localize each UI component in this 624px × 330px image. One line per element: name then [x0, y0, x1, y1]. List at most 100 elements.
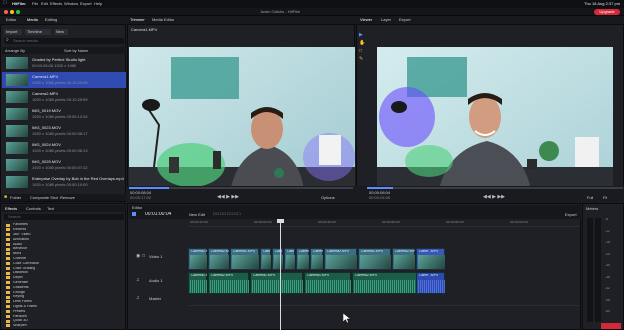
- video-clip[interactable]: Cam: [284, 248, 295, 270]
- minimize-window-icon[interactable]: [10, 10, 14, 14]
- tab-trimmer[interactable]: Trimmer: [130, 18, 145, 22]
- new-folder-button[interactable]: Folder: [10, 196, 21, 200]
- video-clip[interactable]: Camera2.MP4: [392, 248, 415, 270]
- audio-clip[interactable]: Camera1.MP4: [304, 272, 351, 294]
- viewer-zoom-dropdown[interactable]: Full: [587, 196, 593, 200]
- timeline-export-button[interactable]: Export: [565, 213, 577, 217]
- tab-viewer[interactable]: Viewer: [360, 18, 372, 22]
- edit-tools-icon[interactable]: □ □ □ □ □ □ □ □: [213, 212, 240, 216]
- video-clip[interactable]: Camera1.MP4: [188, 248, 207, 270]
- eye-icon[interactable]: ◉: [136, 254, 140, 259]
- audio-clip[interactable]: Camera1.MP4: [250, 272, 303, 294]
- media-item-name: Camera1.MP4: [32, 75, 58, 79]
- menu-clock[interactable]: Thu 18 Aug 2:37 pm: [584, 2, 620, 6]
- effect-category-label: Blurs: [13, 252, 22, 256]
- audio-clip[interactable]: Camera2.MP4: [208, 272, 249, 294]
- pen-tool-icon[interactable]: ✎: [359, 57, 363, 62]
- video-clip[interactable]: Camera1.MP4: [230, 248, 259, 270]
- sort-by-dropdown[interactable]: Sort by Name: [64, 49, 88, 53]
- video-clip[interactable]: Camera2.MP4: [324, 248, 357, 270]
- menu-help[interactable]: Help: [94, 2, 102, 6]
- media-search-input[interactable]: ⌕ Search media: [4, 38, 124, 44]
- new-button[interactable]: New: [54, 29, 68, 35]
- folder-icon: [6, 228, 10, 232]
- apple-icon[interactable]: : [3, 1, 7, 6]
- viewer-progress: [367, 187, 393, 189]
- video-clip[interactable]: Cam: [272, 248, 283, 270]
- media-list-item[interactable]: IMG_0019.MOV 1920 x 1080 pixels 00:00:12:…: [2, 106, 126, 122]
- video-clip-label: Camera1.MP4: [191, 250, 207, 253]
- audio-clip[interactable]: Camera1.MP4: [188, 272, 207, 294]
- tab-export[interactable]: Export: [399, 18, 411, 22]
- remove-button[interactable]: Remove: [60, 196, 75, 200]
- timeline-ruler[interactable]: 00:00:10:00 00:00:20:00 00:00:30:00 00:00:4…: [188, 220, 580, 227]
- menu-effects[interactable]: Effects: [50, 2, 62, 6]
- trimmer-options-dropdown[interactable]: Options: [321, 196, 335, 200]
- effect-category-item[interactable]: Sharpen: [2, 324, 126, 329]
- video-clip[interactable]: Camera1.MP4: [358, 248, 391, 270]
- arrange-by-label[interactable]: Arrange By: [5, 49, 25, 53]
- tab-editor[interactable]: Editor: [6, 18, 16, 22]
- media-list-item[interactable]: IMG_0023.MOV 1920 x 1080 pixels 00:00:08:…: [2, 123, 126, 139]
- video-clip[interactable]: Camera1: [310, 248, 323, 270]
- playhead[interactable]: [280, 220, 281, 330]
- timeline-marker-icon[interactable]: [132, 212, 136, 216]
- audio-clip[interactable]: Came...MP4: [416, 272, 445, 294]
- playhead-handle[interactable]: [277, 219, 284, 223]
- menu-file[interactable]: File: [32, 2, 38, 6]
- menu-app-name[interactable]: HitFilm: [12, 2, 26, 6]
- video-clip[interactable]: Camera2.MP4: [208, 248, 229, 270]
- transport-bar: 00:00:08:04 00:00:17:02 ◀◀ ▶ ▶▶ Options …: [127, 186, 624, 202]
- video-clip[interactable]: Cam: [260, 248, 271, 270]
- viewer-fit-dropdown[interactable]: Fit: [603, 196, 607, 200]
- viewer-play-icon[interactable]: ◀◀ ▶ ▶▶: [483, 195, 505, 200]
- video-clip[interactable]: Came...MP4: [416, 248, 445, 270]
- hand-tool-icon[interactable]: ✋: [359, 41, 365, 46]
- audio-waveform: [210, 280, 249, 293]
- menu-window[interactable]: Window: [64, 2, 78, 6]
- mask-tool-icon[interactable]: □: [359, 49, 362, 54]
- menu-export[interactable]: Export: [80, 2, 92, 6]
- media-list-item[interactable]: Camera2.MP4 1920 x 1080 pixels 00:10:29:5…: [2, 89, 126, 105]
- viewer-scrub-bar[interactable]: [367, 187, 623, 189]
- tab-media[interactable]: Media: [27, 18, 38, 22]
- new-edit-button[interactable]: New Edit: [189, 213, 205, 217]
- tab-layer[interactable]: Layer: [381, 18, 391, 22]
- clip-thumbnail: [190, 255, 207, 269]
- maximize-window-icon[interactable]: [16, 10, 20, 14]
- media-thumbnail: [6, 91, 28, 103]
- tab-effects[interactable]: Effects: [5, 207, 17, 211]
- media-thumbnail: [6, 57, 28, 69]
- tab-media-editor[interactable]: Media Editor: [152, 18, 174, 22]
- composite-shot-button[interactable]: Composite Shot: [30, 196, 58, 200]
- media-list-item[interactable]: Camera1.MP4 1920 x 1080 pixels 00:10:29:5…: [2, 72, 126, 88]
- master-track-label: Master: [149, 297, 162, 301]
- tab-editing[interactable]: Editing: [45, 18, 57, 22]
- clip-thumbnail: [262, 255, 271, 269]
- trimmer-scrub-bar[interactable]: [129, 187, 353, 189]
- media-list-item[interactable]: IMG_0024.MOV 1920 x 1080 pixels 00:00:06:…: [2, 140, 126, 156]
- speaker-icon[interactable]: ♫: [136, 278, 140, 283]
- master-speaker-icon[interactable]: ♫: [136, 296, 140, 301]
- tab-controls[interactable]: Controls: [26, 207, 41, 211]
- media-list-item[interactable]: IMG_0025.MOV 1920 x 1080 pixels 00:00:07:…: [2, 157, 126, 173]
- import-button[interactable]: Import: [4, 29, 22, 35]
- folder-icon: [6, 314, 10, 318]
- select-tool-icon[interactable]: ▶: [359, 33, 363, 38]
- menu-edit[interactable]: Edit: [41, 2, 48, 6]
- video-clip[interactable]: Camera2: [296, 248, 309, 270]
- meter-clip-indicator[interactable]: [601, 323, 621, 329]
- close-window-icon[interactable]: [4, 10, 8, 14]
- trimmer-play-icon[interactable]: ◀◀ ▶ ▶▶: [217, 195, 239, 200]
- media-list-item[interactable]: Graded by Perfect Studio light 00:00:05:0…: [2, 55, 126, 71]
- media-item-name: Graded by Perfect Studio light: [32, 58, 86, 62]
- timeline-folder-button[interactable]: Timeline: [25, 29, 51, 35]
- meters-panel: Meters -6 -12 -18 -24 -30 -36 -42 -48 -54: [582, 203, 624, 330]
- effects-search-input[interactable]: Search: [4, 214, 124, 220]
- tab-text[interactable]: Text: [47, 207, 54, 211]
- upgrade-button[interactable]: Upgrade: [594, 9, 620, 15]
- lock-icon[interactable]: □: [142, 254, 145, 259]
- effects-tabs: Effects Controls Text: [2, 205, 126, 212]
- effect-category-label: Sharpen: [13, 324, 27, 328]
- media-list-item[interactable]: Enterprise Overlay by Bob in the Red Ove…: [2, 174, 126, 190]
